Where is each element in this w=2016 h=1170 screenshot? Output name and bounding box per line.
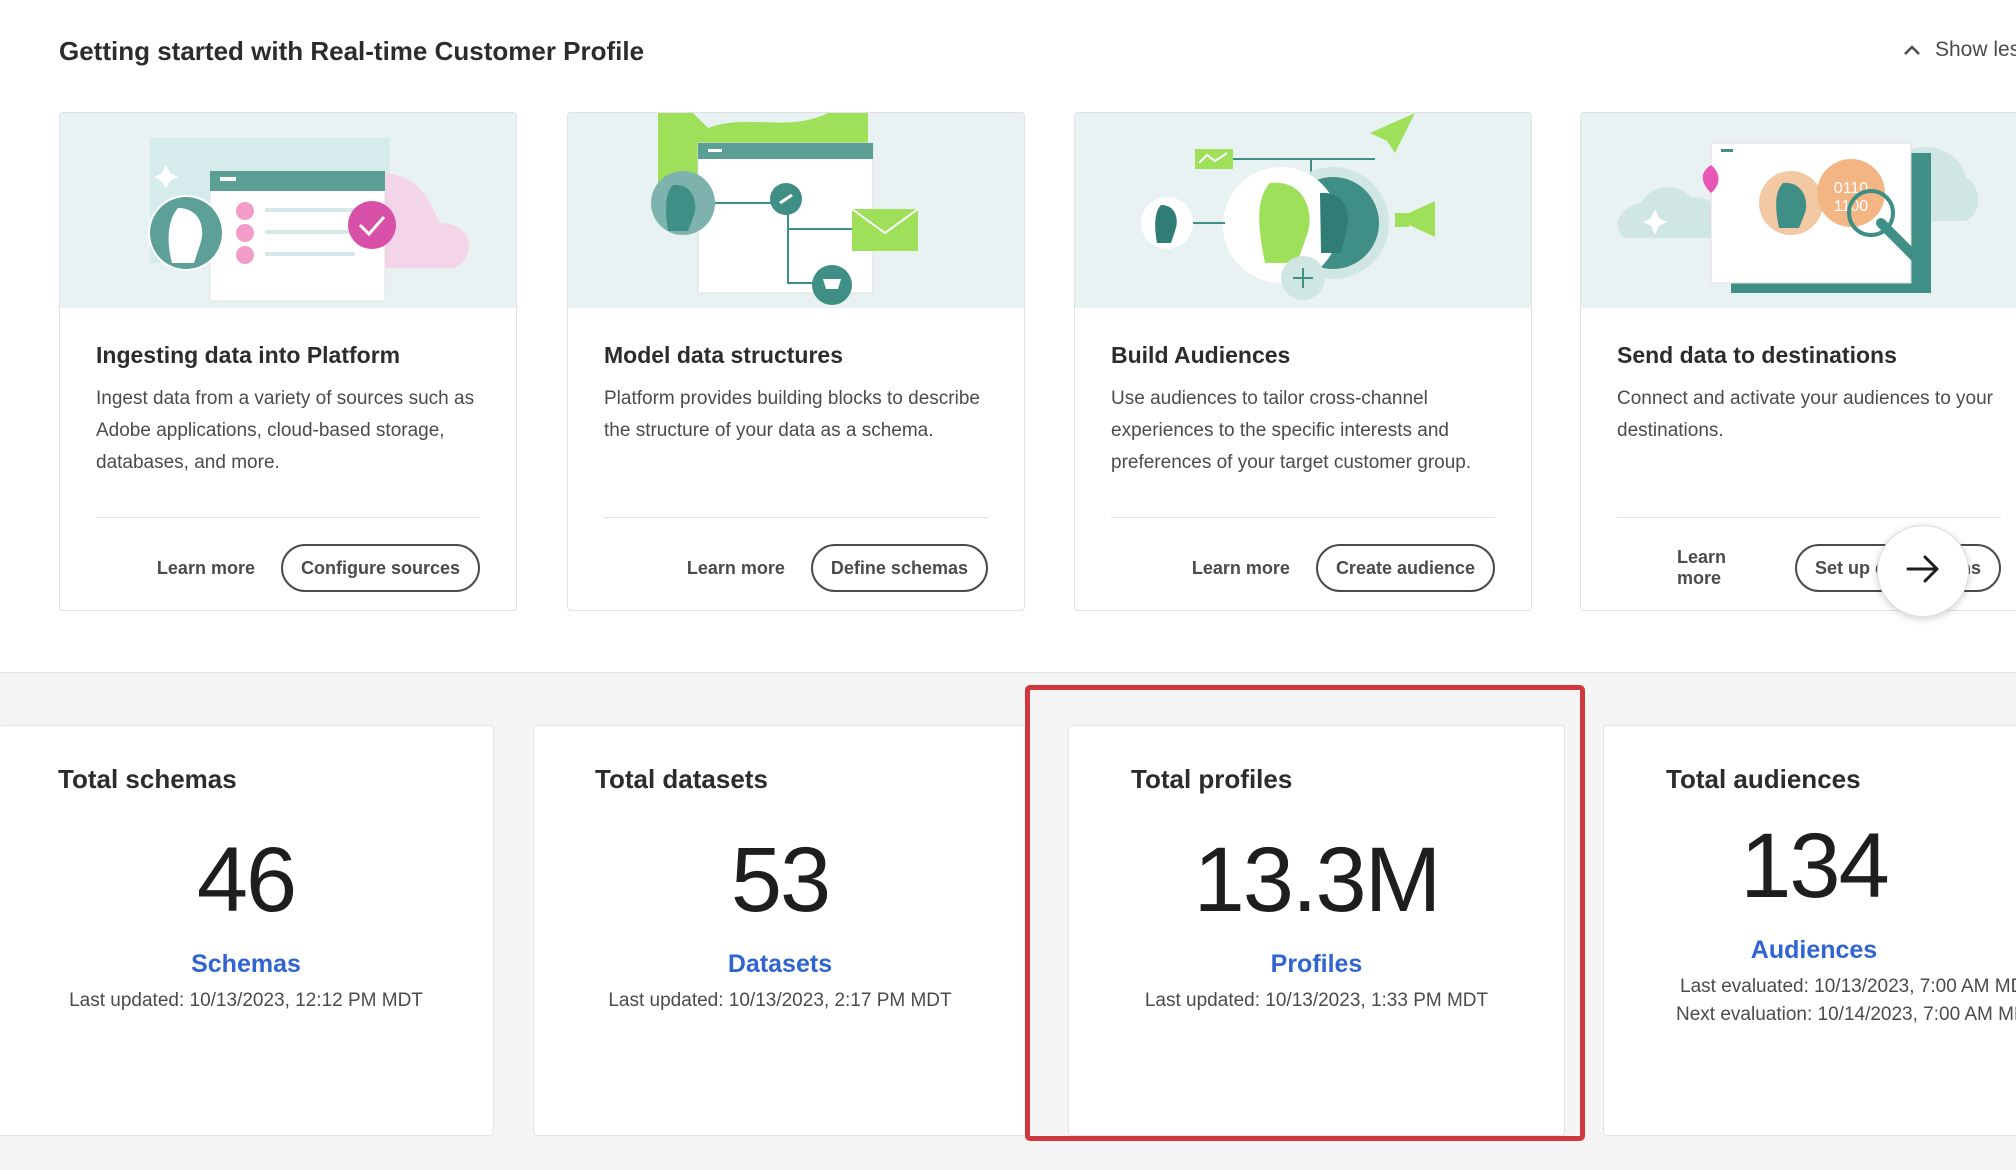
divider [1617,517,2001,518]
section-title: Getting started with Real-time Customer … [59,36,645,66]
configure-sources-button[interactable]: Configure sources [280,544,480,592]
total-schemas-card: Total schemas 46 Schemas Last updated: 1… [0,725,494,1136]
last-evaluated-text: Last evaluated: 10/13/2023, 7:00 AM MDT [1680,976,2016,997]
card-build-audiences: Build Audiences Use audiences to tailor … [1074,112,1532,611]
divider [604,517,988,518]
metric-title: Total audiences [1666,764,1861,794]
schemas-link[interactable]: Schemas [0,950,493,979]
card-description: Ingest data from a variety of sources su… [96,388,475,473]
learn-more-link[interactable]: Learn more [1192,558,1290,579]
highlight-box [1025,685,1585,1141]
show-less-label: Show les [1935,38,2016,61]
carousel-next-button[interactable] [1877,525,1969,617]
metrics-section: Total schemas 46 Schemas Last updated: 1… [0,672,2016,1170]
card-title: Send data to destinations [1617,342,1897,368]
total-audiences-card: Total audiences 134 Audiences Last evalu… [1603,725,2016,1136]
card-title: Build Audiences [1111,342,1291,368]
arrow-right-icon [1905,554,1941,589]
divider [96,517,480,518]
card-ingesting-data: Ingesting data into Platform Ingest data… [59,112,517,611]
divider [1111,517,1495,518]
metric-value: 46 [196,829,297,931]
send-data-illustration: 0110 1100 [1581,113,2016,308]
ingesting-data-illustration [60,113,516,308]
learn-more-link[interactable]: Learn more [687,558,785,579]
create-audience-button[interactable]: Create audience [1315,544,1495,592]
model-data-illustration [568,113,1024,308]
card-description: Platform provides building blocks to des… [604,388,980,441]
audiences-link[interactable]: Audiences [1644,936,1984,965]
metric-title: Total schemas [58,764,237,794]
card-model-data: Model data structures Platform provides … [567,112,1025,611]
last-updated-text: Last updated: 10/13/2023, 12:12 PM MDT [69,990,423,1011]
last-updated-text: Last updated: 10/13/2023, 2:17 PM MDT [608,990,952,1011]
card-title: Model data structures [604,342,843,368]
learn-more-link[interactable]: Learn more [1677,547,1769,589]
card-description: Connect and activate your audiences to y… [1617,388,1994,441]
card-title: Ingesting data into Platform [96,342,401,368]
build-audiences-illustration [1075,113,1531,308]
show-less-toggle[interactable]: Show les [1903,38,2016,62]
learn-more-link[interactable]: Learn more [157,558,255,579]
card-description: Use audiences to tailor cross-channel ex… [1111,388,1472,473]
chevron-up-icon [1903,40,1921,61]
datasets-link[interactable]: Datasets [534,950,1026,979]
define-schemas-button[interactable]: Define schemas [810,544,988,592]
total-datasets-card: Total datasets 53 Datasets Last updated:… [533,725,1027,1136]
metric-value: 53 [730,829,831,931]
next-evaluation-text: Next evaluation: 10/14/2023, 7:00 AM MDT [1676,1004,2016,1025]
metric-value: 134 [1740,815,1890,917]
metric-title: Total datasets [595,764,768,794]
getting-started-section: Getting started with Real-time Customer … [0,0,2016,672]
